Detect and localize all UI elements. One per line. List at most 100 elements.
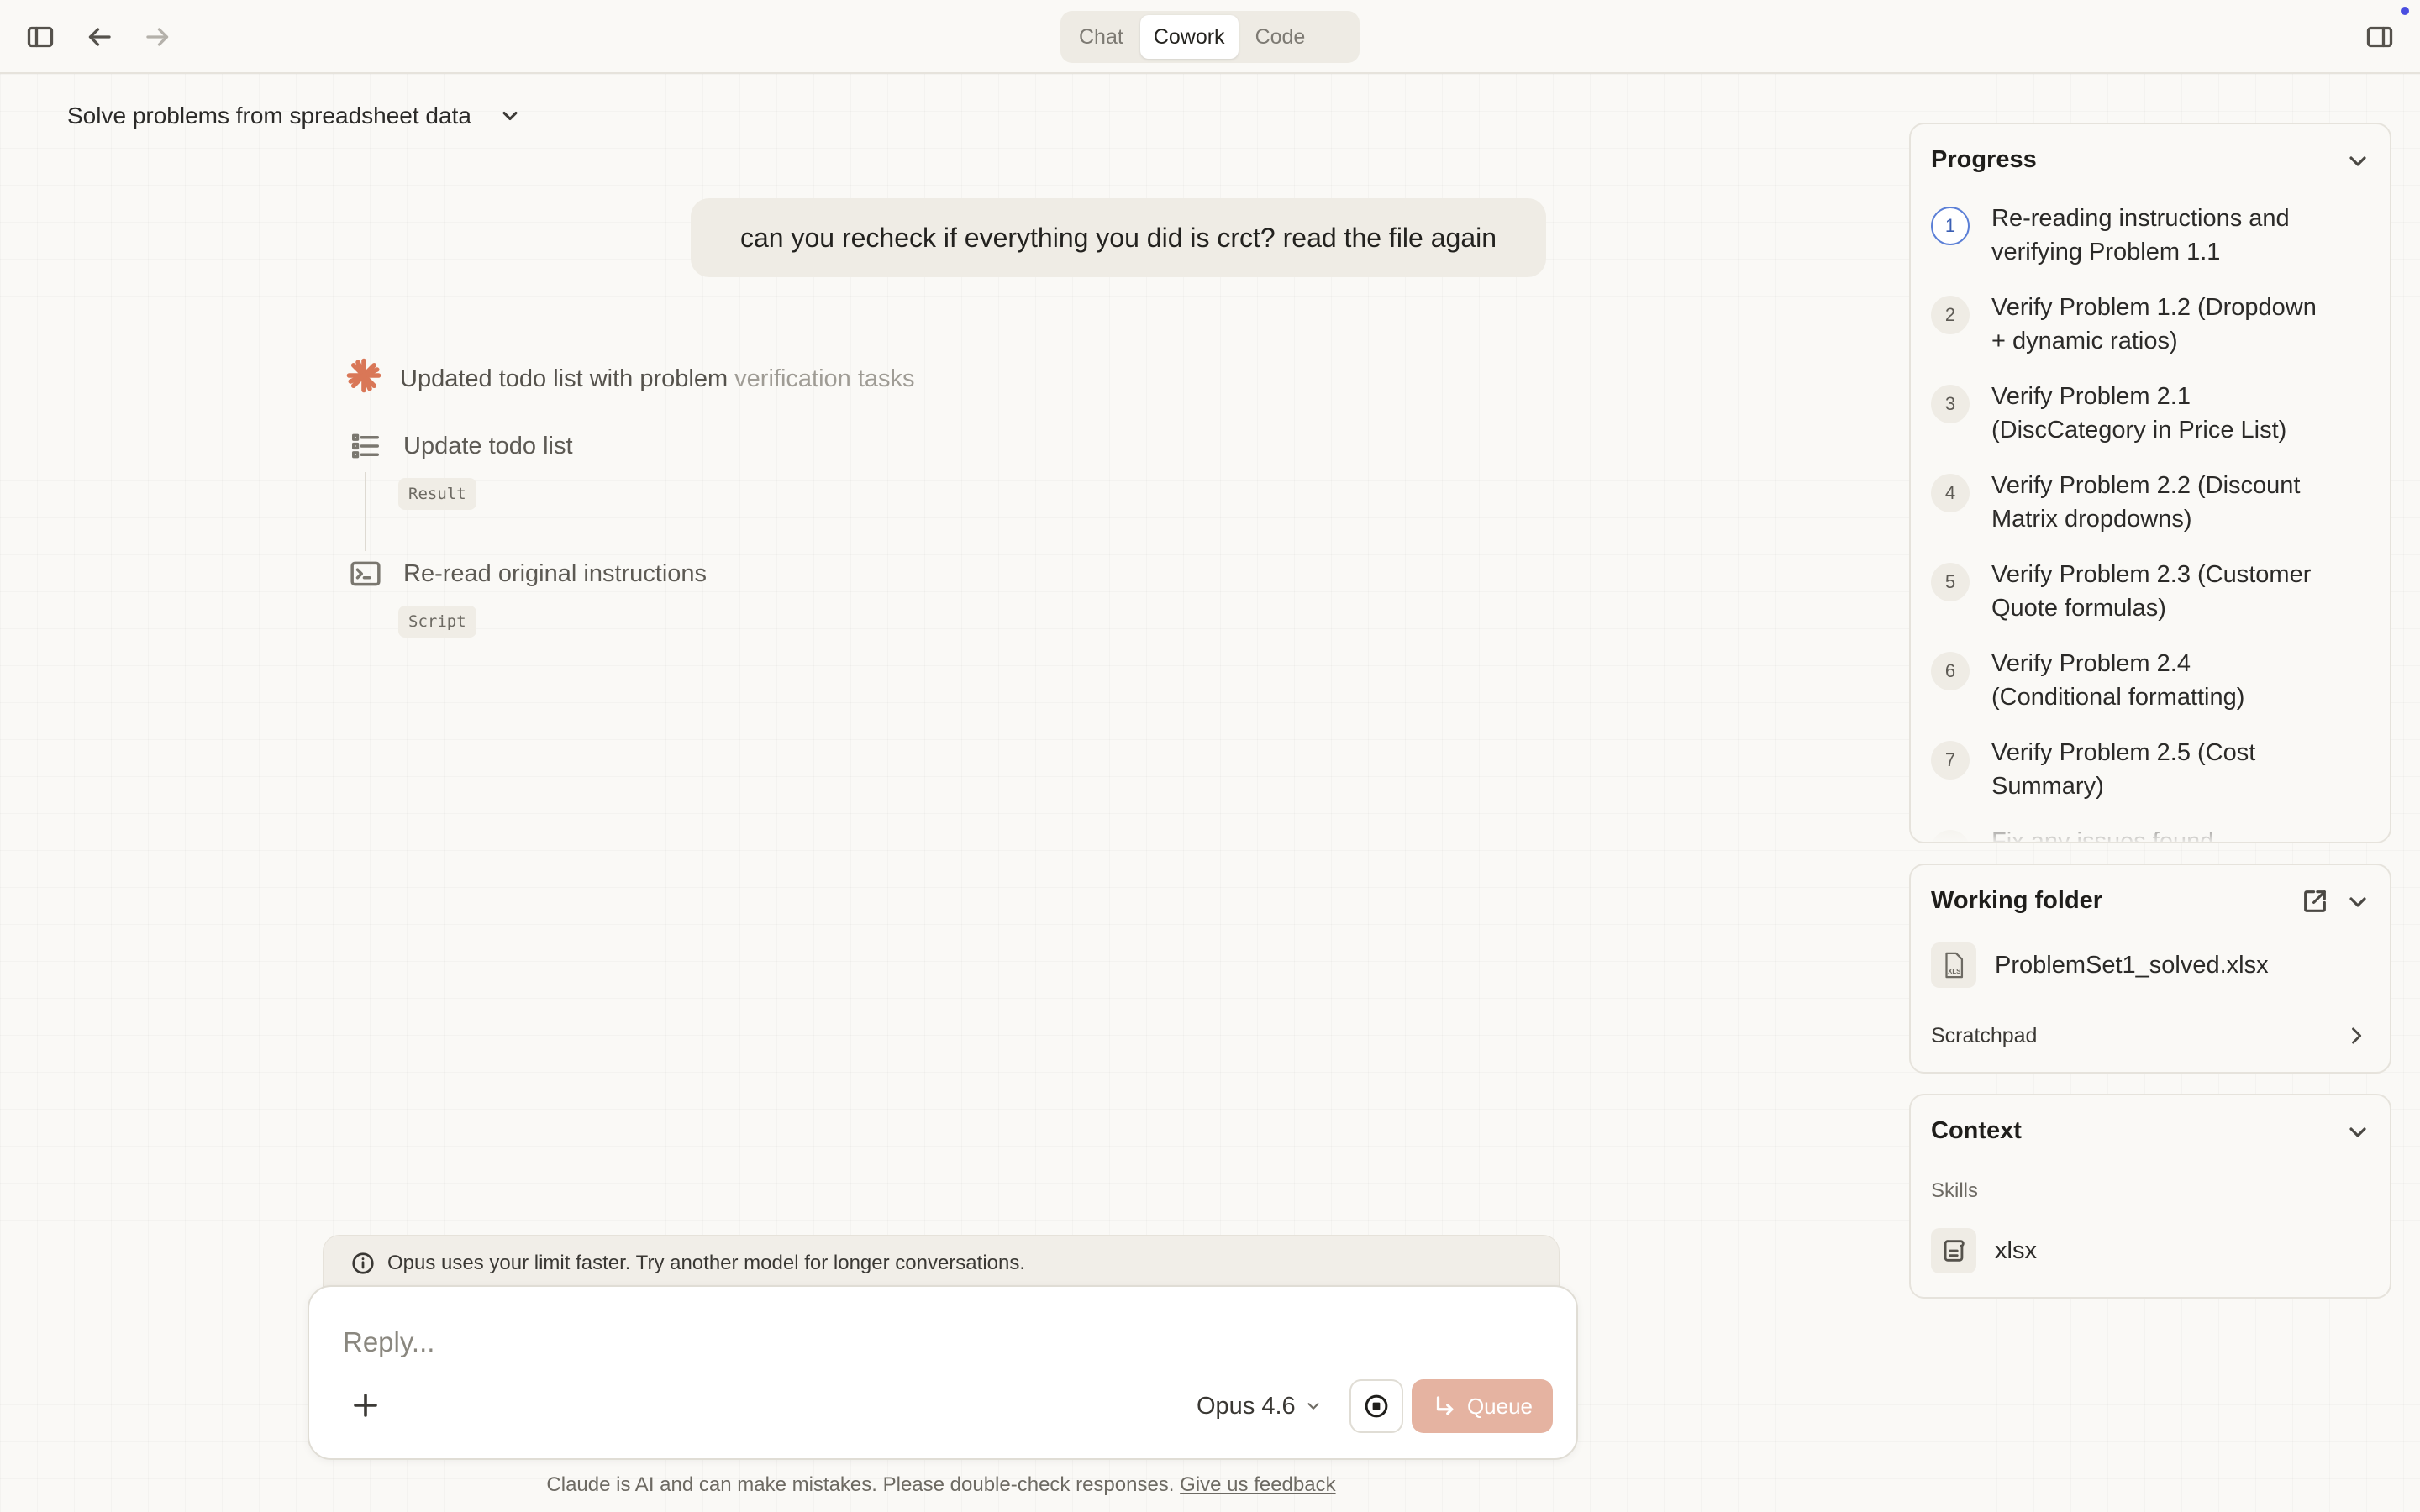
activity-status: Updated todo list with problem verificat…: [346, 358, 915, 400]
todo-item: 5 Verify Problem 2.3 (Customer Quote formu…: [1931, 558, 2376, 625]
todo-text-line: Verify Problem 2.1: [1991, 383, 2191, 410]
forward-arrow-icon[interactable]: [139, 18, 176, 55]
todo-text: Verify Problem 2.1 (DiscCategory in Price…: [1991, 380, 2286, 447]
todo-text: Verify Problem 2.4 (Conditional formattin…: [1991, 647, 2244, 714]
file-item[interactable]: XLS ProblemSet1_solved.xlsx: [1931, 942, 2269, 988]
todo-item: 2 Verify Problem 1.2 (Dropdown + dynamic r…: [1931, 291, 2376, 358]
model-name: Opus 4.6: [1197, 1392, 1296, 1420]
todo-step-number: 1: [1931, 207, 1970, 245]
chevron-right-icon: [2352, 1027, 2362, 1044]
model-selector[interactable]: Opus 4.6: [1197, 1386, 1323, 1426]
spreadsheet-file-icon: XLS: [1931, 942, 1976, 988]
scratchpad-label: Scratchpad: [1931, 1023, 2038, 1047]
file-name: ProblemSet1_solved.xlsx: [1995, 951, 2269, 979]
todo-text: Re-reading instructions and verifying Pro…: [1991, 202, 2290, 269]
plus-icon: [354, 1394, 377, 1417]
progress-title: Progress: [1931, 146, 2037, 173]
task-title-dropdown[interactable]: Solve problems from spreadsheet data: [67, 99, 522, 133]
step-reread-instructions[interactable]: Re-read original instructions: [350, 558, 707, 590]
script-tag[interactable]: Script: [398, 606, 476, 638]
checklist-icon: [352, 433, 379, 459]
todo-text-line: Re-reading instructions and: [1991, 205, 2290, 232]
task-title: Solve problems from spreadsheet data: [67, 102, 471, 129]
context-card: Context Skills xlsx: [1909, 1094, 2391, 1299]
todo-text-line: Verify Problem 2.2 (Discount: [1991, 472, 2301, 499]
todo-step-number: 6: [1931, 652, 1970, 690]
todo-text-line: Summary): [1991, 773, 2104, 800]
todo-text-line: Verify Problem 2.5 (Cost: [1991, 739, 2256, 766]
context-title: Context: [1931, 1117, 2022, 1144]
result-tag[interactable]: Result: [398, 478, 476, 510]
todo-item: 4 Verify Problem 2.2 (Discount Matrix drop…: [1931, 469, 2376, 536]
enter-arrow-icon: [1436, 1396, 1454, 1415]
todo-text: Verify Problem 1.2 (Dropdown + dynamic ra…: [1991, 291, 2317, 358]
top-bar: Chat Cowork Code: [0, 0, 2420, 74]
todo-step-number: 5: [1931, 563, 1970, 601]
info-icon: [352, 1252, 374, 1274]
todo-text-line: Quote formulas): [1991, 595, 2166, 622]
user-message: can you recheck if everything you did is…: [691, 198, 1546, 277]
composer: Opus 4.6 Queue: [308, 1285, 1578, 1460]
todo-text-line: Verify Problem 2.3 (Customer: [1991, 561, 2312, 588]
progress-card: Progress 1 Re-reading instructions and ver…: [1909, 123, 2391, 843]
chevron-down-icon[interactable]: [2344, 148, 2371, 175]
usage-notice-text: Opus uses your limit faster. Try another…: [387, 1251, 1026, 1274]
chevron-down-icon[interactable]: [2344, 889, 2371, 916]
todo-text-line: Verify Problem 1.2 (Dropdown: [1991, 294, 2317, 321]
step-label: Re-read original instructions: [403, 559, 708, 587]
chevron-down-icon[interactable]: [2344, 1119, 2371, 1146]
disclaimer: Claude is AI and can make mistakes. Plea…: [0, 1473, 1882, 1497]
todo-text-line: Matrix dropdowns): [1991, 506, 2192, 533]
activity-status-text: Updated todo list with problem: [400, 365, 729, 392]
todo-item: 6 Verify Problem 2.4 (Conditional formatti…: [1931, 647, 2376, 714]
chevron-down-icon: [502, 111, 518, 121]
todo-step-number: 4: [1931, 474, 1970, 512]
todo-text-line: (DiscCategory in Price List): [1991, 417, 2287, 444]
scratchpad-link[interactable]: Scratchpad: [1931, 1016, 2368, 1055]
stop-icon: [1365, 1394, 1388, 1418]
todo-step-number: 3: [1931, 385, 1970, 423]
step-label: Update todo list: [403, 432, 573, 459]
stop-button[interactable]: [1349, 1379, 1403, 1433]
disclaimer-text: Claude is AI and can make mistakes. Plea…: [546, 1473, 1175, 1496]
todo-item: 3 Verify Problem 2.1 (DiscCategory in Pric…: [1931, 380, 2376, 447]
todo-step-number: 2: [1931, 296, 1970, 334]
working-folder-title: Working folder: [1931, 887, 2103, 914]
todo-item: 1 Re-reading instructions and verifying Pr…: [1931, 202, 2376, 269]
sidebar-toggle-icon[interactable]: [22, 18, 59, 55]
claude-spark-icon: [346, 358, 381, 400]
skill-item[interactable]: xlsx: [1931, 1228, 2037, 1273]
activity-status-text-faded: verification tasks: [734, 365, 915, 392]
mode-switch: Chat Cowork Code: [1060, 11, 1360, 63]
skill-name: xlsx: [1995, 1236, 2037, 1264]
reply-input[interactable]: [343, 1320, 1267, 1364]
notification-dot: [2401, 7, 2409, 15]
scroll-icon: [1931, 1228, 1976, 1273]
tab-chat[interactable]: Chat: [1065, 15, 1137, 59]
todo-text: Verify Problem 2.2 (Discount Matrix dropd…: [1991, 469, 2300, 536]
right-panel-toggle-icon[interactable]: [2361, 18, 2398, 55]
step-update-todo[interactable]: Update todo list: [350, 430, 573, 462]
chevron-down-icon: [1307, 1403, 1319, 1410]
tab-cowork[interactable]: Cowork: [1139, 15, 1239, 59]
tab-code[interactable]: Code: [1242, 15, 1319, 59]
todo-step-number: 7: [1931, 741, 1970, 780]
working-folder-card: Working folder XLS ProblemSet1_solved.xl…: [1909, 864, 2391, 1074]
svg-text:XLS: XLS: [1948, 968, 1960, 975]
todo-text-line: (Conditional formatting): [1991, 684, 2245, 711]
add-attachment-button[interactable]: [346, 1386, 385, 1425]
skills-label: Skills: [1931, 1179, 1979, 1202]
todo-item: 7 Verify Problem 2.5 (Cost Summary): [1931, 736, 2376, 803]
queue-label: Queue: [1466, 1393, 1534, 1419]
queue-button[interactable]: Queue: [1412, 1379, 1553, 1433]
step-connector: [365, 472, 366, 551]
back-arrow-icon[interactable]: [81, 18, 118, 55]
todo-text-line: verifying Problem 1.1: [1991, 239, 2221, 265]
todo-text-line: Verify Problem 2.4: [1991, 650, 2191, 677]
feedback-link[interactable]: Give us feedback: [1180, 1473, 1335, 1496]
open-external-icon[interactable]: [2301, 887, 2331, 917]
todo-text: Verify Problem 2.3 (Customer Quote formul…: [1991, 558, 2311, 625]
todo-text: Verify Problem 2.5 (Cost Summary): [1991, 736, 2255, 803]
todo-list: 1 Re-reading instructions and verifying Pr…: [1931, 202, 2376, 842]
todo-text-line: + dynamic ratios): [1991, 328, 2178, 354]
